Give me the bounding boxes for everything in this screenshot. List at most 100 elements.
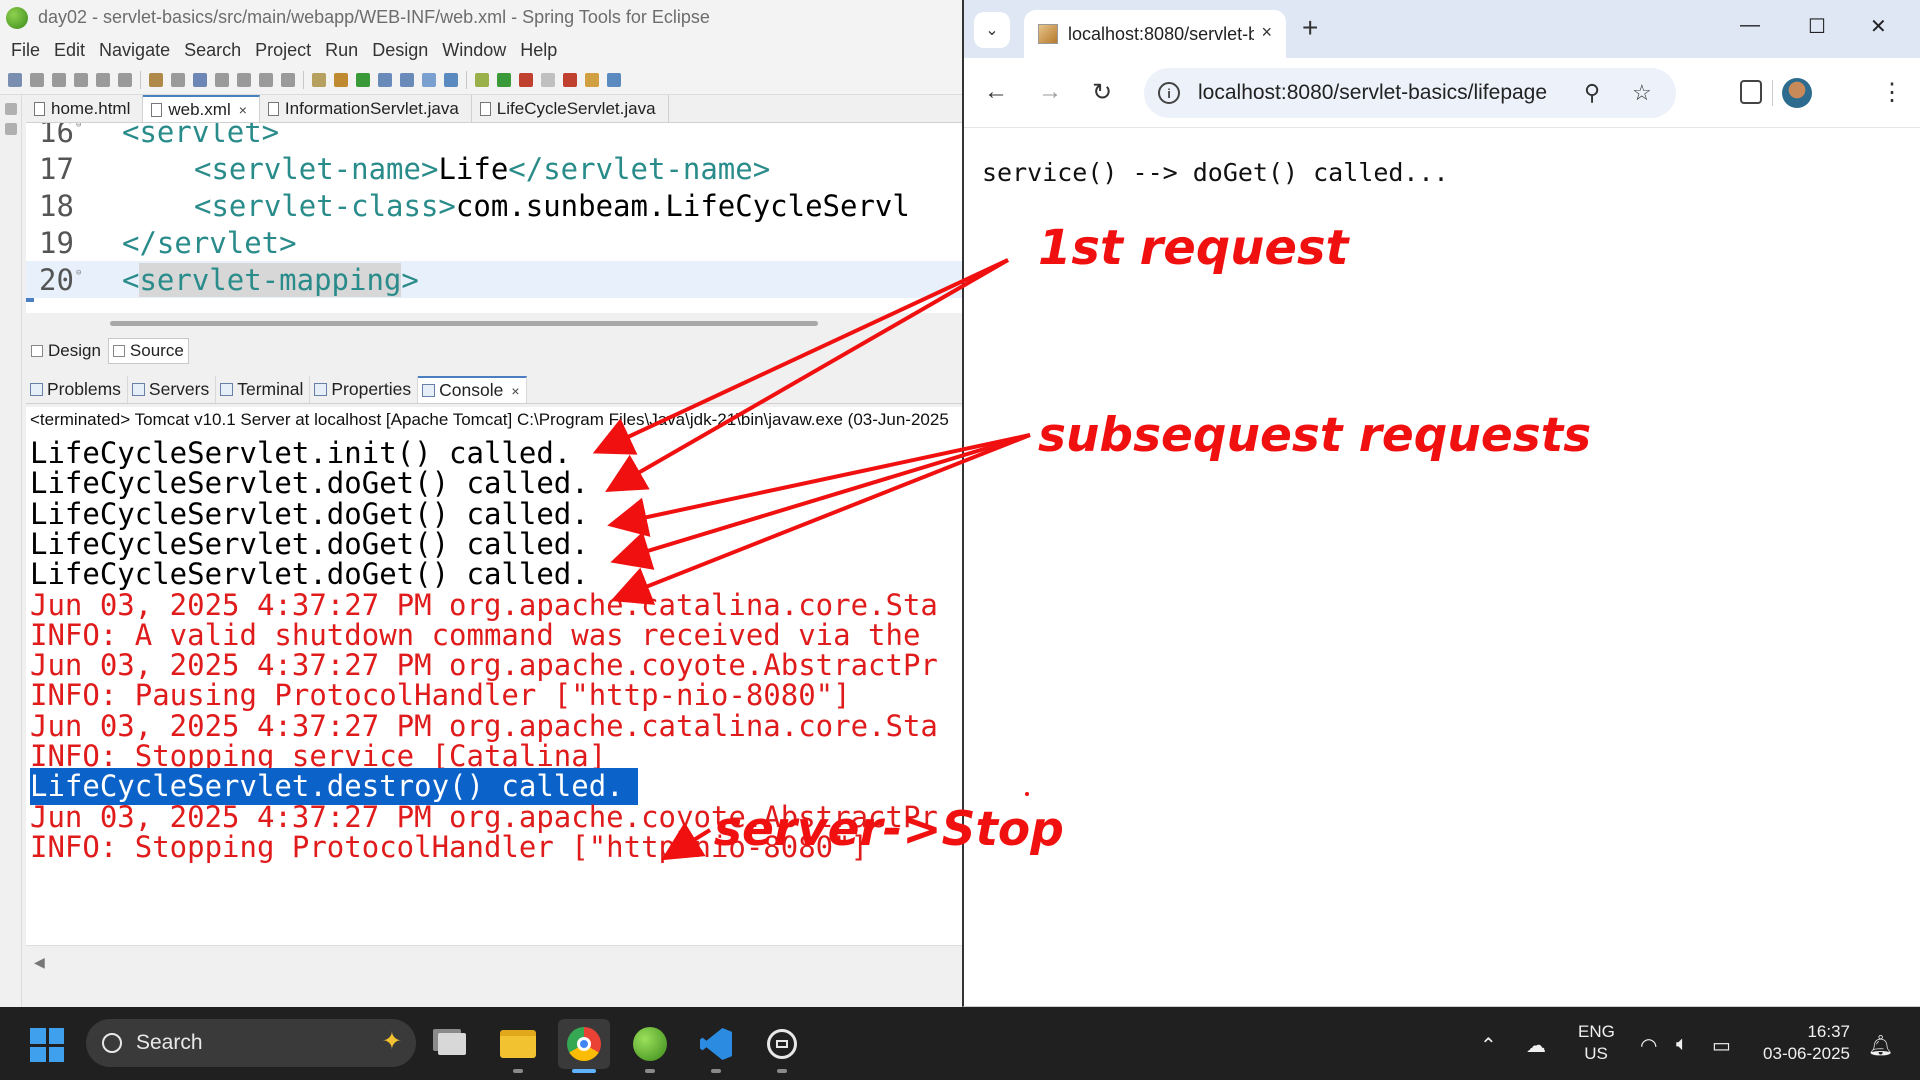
editor-tab[interactable]: LifeCycleServlet.java xyxy=(472,95,669,122)
profile-avatar[interactable] xyxy=(1782,78,1812,108)
toolbar-button-icon[interactable] xyxy=(585,72,599,87)
xml-tag: <servlet-name> xyxy=(194,151,439,186)
language-indicator[interactable]: ENG US xyxy=(1578,1021,1615,1065)
chrome-icon xyxy=(567,1027,601,1061)
tab-problems[interactable]: Problems xyxy=(26,376,128,403)
clock[interactable]: 16:37 03-06-2025 xyxy=(1756,1021,1850,1065)
vscode-taskbar-button[interactable] xyxy=(690,1019,742,1073)
star-icon[interactable]: ☆ xyxy=(1632,80,1652,106)
code-text: <servlet-name>Life</servlet-name> xyxy=(88,152,770,186)
menu-item-run[interactable]: Run xyxy=(325,40,358,61)
task-view-button[interactable] xyxy=(426,1019,478,1069)
toolbar-button-icon[interactable] xyxy=(74,72,88,87)
menu-item-help[interactable]: Help xyxy=(520,40,557,61)
zoom-icon[interactable]: ⚲ xyxy=(1584,80,1600,106)
tab-close-icon[interactable]: × xyxy=(1261,22,1272,43)
tab-servers[interactable]: Servers xyxy=(128,376,217,403)
chrome-taskbar-button[interactable] xyxy=(558,1019,610,1073)
toolbar-button-icon[interactable] xyxy=(400,72,414,87)
design-page-icon xyxy=(31,345,43,357)
toolbar-button-icon[interactable] xyxy=(193,72,207,87)
extensions-icon[interactable] xyxy=(1740,80,1762,104)
spring-tools-taskbar-button[interactable] xyxy=(624,1019,676,1073)
editor-horizontal-scrollbar[interactable] xyxy=(110,321,818,326)
scroll-left-icon[interactable]: ◀ xyxy=(34,954,45,971)
maximize-icon[interactable]: ☐ xyxy=(1808,14,1826,39)
browser-tab[interactable]: localhost:8080/servlet-basics/lif × xyxy=(1024,10,1286,58)
window-close-icon[interactable]: ✕ xyxy=(1870,14,1887,39)
menu-item-window[interactable]: Window xyxy=(442,40,506,61)
menu-item-design[interactable]: Design xyxy=(372,40,428,61)
toolbar-button-icon[interactable] xyxy=(30,72,44,87)
toolbar-button-icon[interactable] xyxy=(118,72,132,87)
toolbar-button-icon[interactable] xyxy=(563,72,577,87)
properties-view-icon xyxy=(314,383,328,396)
toolbar-button-icon[interactable] xyxy=(215,72,229,87)
toolbar-button-icon[interactable] xyxy=(519,72,533,87)
file-explorer-button[interactable] xyxy=(492,1019,544,1073)
wifi-icon[interactable]: ◠ xyxy=(1640,1033,1657,1058)
battery-icon[interactable]: ▭ xyxy=(1712,1033,1731,1058)
minimize-icon[interactable]: — xyxy=(1740,14,1760,37)
tab-properties[interactable]: Properties xyxy=(310,376,419,403)
site-info-icon[interactable]: i xyxy=(1158,82,1180,104)
menu-item-search[interactable]: Search xyxy=(184,40,241,61)
editor-tab[interactable]: web.xml × xyxy=(143,95,260,122)
view-tab-label: Problems xyxy=(47,379,121,399)
toolbar-button-icon[interactable] xyxy=(8,72,22,87)
toolbar-button-icon[interactable] xyxy=(422,72,436,87)
package-explorer-icon[interactable] xyxy=(4,123,17,135)
notification-bell-icon[interactable]: 🔔︎ xyxy=(1868,1033,1893,1058)
close-icon[interactable]: × xyxy=(239,102,247,118)
more-menu-icon[interactable]: ⋮ xyxy=(1880,78,1904,107)
fold-toggle-icon[interactable]: ⊖ xyxy=(76,123,81,130)
toolbar-button-icon[interactable] xyxy=(237,72,251,87)
volume-icon[interactable]: 🔈︎ xyxy=(1676,1033,1688,1056)
url-text[interactable]: localhost:8080/servlet-basics/lifepage xyxy=(1198,81,1547,105)
taskbar-search[interactable]: Search ✦ xyxy=(86,1019,416,1067)
toolbar-button-icon[interactable] xyxy=(497,72,511,87)
toolbar-button-icon[interactable] xyxy=(312,72,326,87)
snipping-tool-taskbar-button[interactable] xyxy=(756,1019,808,1073)
toolbar-button-icon[interactable] xyxy=(149,72,163,87)
toolbar-button-icon[interactable] xyxy=(444,72,458,87)
app-running-indicator xyxy=(777,1069,787,1073)
tab-search-button[interactable]: ⌄ xyxy=(974,12,1010,48)
console-output[interactable]: LifeCycleServlet.init() called. LifeCycle… xyxy=(26,433,962,945)
toolbar-button-icon[interactable] xyxy=(541,72,555,87)
toolbar-button-icon[interactable] xyxy=(259,72,273,87)
toolbar-button-icon[interactable] xyxy=(475,72,489,87)
editor-tab[interactable]: InformationServlet.java xyxy=(260,95,472,122)
menu-item-edit[interactable]: Edit xyxy=(54,40,85,61)
new-tab-button[interactable]: + xyxy=(1302,12,1318,44)
tab-design[interactable]: Design xyxy=(26,338,106,364)
editor-tab[interactable]: home.html xyxy=(26,95,144,122)
fold-toggle-icon[interactable]: ⊖ xyxy=(76,268,81,278)
toolbar-button-icon[interactable] xyxy=(356,72,370,87)
menu-item-project[interactable]: Project xyxy=(255,40,311,61)
address-bar[interactable]: i localhost:8080/servlet-basics/lifepage… xyxy=(1144,68,1676,118)
toolbar-button-icon[interactable] xyxy=(607,72,621,87)
forward-arrow-icon[interactable]: → xyxy=(1038,78,1062,106)
xml-source-editor[interactable]: 16 ⊖ <servlet> 17 <servlet-name>Life</servle… xyxy=(26,123,962,313)
console-horizontal-scrollbar[interactable]: ◀ xyxy=(26,945,962,981)
onedrive-icon[interactable]: ☁ xyxy=(1526,1033,1546,1058)
toolbar-button-icon[interactable] xyxy=(281,72,295,87)
back-arrow-icon[interactable]: ← xyxy=(984,78,1008,106)
start-button[interactable] xyxy=(30,1028,64,1062)
toolbar-button-icon[interactable] xyxy=(96,72,110,87)
tab-terminal[interactable]: Terminal xyxy=(216,376,311,403)
menu-item-file[interactable]: File xyxy=(11,40,40,61)
toolbar-button-icon[interactable] xyxy=(378,72,392,87)
line-number: 20 ⊖ xyxy=(26,263,88,297)
toolbar-button-icon[interactable] xyxy=(334,72,348,87)
toolbar-button-icon[interactable] xyxy=(52,72,66,87)
tab-source[interactable]: Source xyxy=(107,338,189,364)
toolbar-button-icon[interactable] xyxy=(171,72,185,87)
restore-icon[interactable] xyxy=(4,103,17,115)
tab-console[interactable]: Console × xyxy=(418,376,527,403)
chevron-up-icon[interactable]: ⌃ xyxy=(1480,1033,1497,1058)
close-icon[interactable]: × xyxy=(511,383,519,399)
reload-icon[interactable]: ↻ xyxy=(1092,78,1112,107)
menu-item-navigate[interactable]: Navigate xyxy=(99,40,170,61)
